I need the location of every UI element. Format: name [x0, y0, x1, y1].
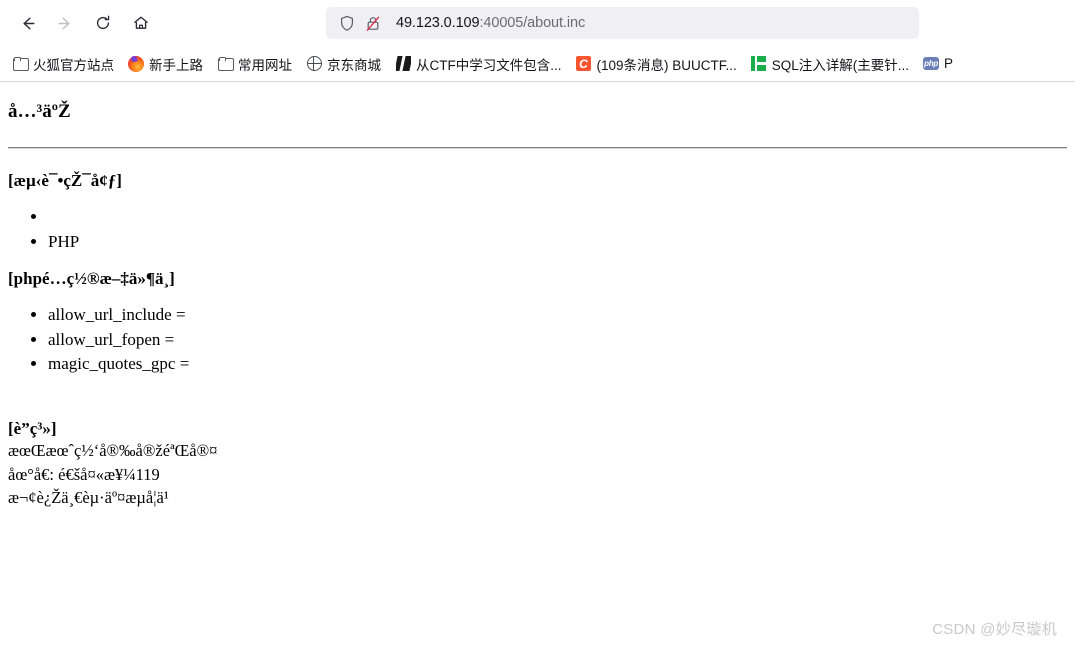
php-config-list: allow_url_include = allow_url_fopen = ma…	[8, 303, 1067, 377]
contact-section: [è”ç³»] æœŒæœˆç½‘å®‰å®žéªŒå®¤ åœ°å€: é€š…	[8, 419, 1067, 510]
url-text[interactable]: 49.123.0.109:40005/about.inc	[396, 15, 585, 31]
page-heading: å…³äºŽ	[8, 101, 71, 122]
bookmark-label: (109条消息) BUUCTF...	[596, 57, 737, 73]
php-icon-text: php	[923, 57, 940, 70]
home-icon	[132, 14, 150, 32]
folder-icon	[217, 56, 234, 72]
list-item: allow_url_include =	[48, 303, 1067, 328]
bookmark-item-ctf-file-inclusion[interactable]: 从CTF中学习文件包含...	[389, 51, 568, 77]
bookmarks-toolbar: 火狐官方站点 新手上路 常用网址 京东商城 从CTF中学习文件包含... C (…	[0, 46, 1075, 82]
list-item: allow_url_fopen =	[48, 328, 1067, 353]
url-path: :40005/about.inc	[479, 15, 586, 31]
csdn-icon: C	[576, 56, 592, 72]
bookmark-label: 火狐官方站点	[33, 57, 114, 73]
bookmark-label: P	[944, 56, 954, 71]
bookmark-label: 京东商城	[327, 57, 381, 73]
bookmark-label: 从CTF中学习文件包含...	[416, 57, 562, 73]
folder-icon	[12, 56, 29, 72]
sql-icon	[751, 56, 767, 72]
php-icon: php	[923, 56, 940, 72]
contact-line: æ¬¢è¿Žä¸€èµ·äº¤æµå¦ä¹	[8, 488, 169, 508]
lock-crossed-out-icon[interactable]	[362, 12, 384, 34]
home-button[interactable]	[124, 6, 158, 40]
back-button[interactable]	[10, 6, 44, 40]
shield-icon[interactable]	[336, 12, 358, 34]
urlbar-container: 49.123.0.109:40005/about.inc	[162, 7, 1065, 39]
bookmark-item-firefox-official[interactable]: 火狐官方站点	[6, 51, 120, 77]
bookmark-item-getting-started[interactable]: 新手上路	[122, 51, 209, 77]
page-content: å…³äºŽ [æµ‹è¯•çŽ¯å¢ƒ] PHP [phpé…ç½®æ–‡ä»…	[0, 82, 1075, 653]
test-environment-title: [æµ‹è¯•çŽ¯å¢ƒ]	[8, 170, 122, 190]
csdn-watermark: CSDN @妙尽璇机	[932, 621, 1057, 638]
bookmark-label: 常用网址	[238, 57, 292, 73]
bookmark-item-sql-injection[interactable]: SQL注入详解(主要针...	[745, 51, 915, 77]
globe-icon	[306, 56, 322, 72]
forward-arrow-icon	[56, 14, 75, 33]
php-config-title: [phpé…ç½®æ–‡ä»¶ä¸­]	[8, 268, 175, 288]
contact-line: æœŒæœˆç½‘å®‰å®žéªŒå®¤	[8, 441, 218, 461]
list-item: magic_quotes_gpc =	[48, 352, 1067, 377]
list-item	[48, 205, 1067, 230]
test-environment-list: PHP	[8, 205, 1067, 254]
csdn-icon-letter: C	[576, 56, 591, 71]
contact-line: åœ°å€: é€šå¤«æ¥¼119	[8, 464, 160, 484]
reload-button[interactable]	[86, 6, 120, 40]
address-bar[interactable]: 49.123.0.109:40005/about.inc	[326, 7, 919, 39]
bookmark-label: 新手上路	[149, 57, 203, 73]
reload-icon	[94, 14, 112, 32]
bookmark-item-buuctf[interactable]: C (109条消息) BUUCTF...	[570, 51, 743, 77]
back-arrow-icon	[18, 14, 37, 33]
contact-title: [è”ç³»]	[8, 418, 57, 438]
bookmark-item-common-sites[interactable]: 常用网址	[211, 51, 298, 77]
bookmark-item-php[interactable]: php P	[917, 51, 959, 77]
ctf-icon	[395, 56, 411, 72]
list-item: PHP	[48, 230, 1067, 255]
bookmark-label: SQL注入详解(主要针...	[771, 57, 910, 73]
horizontal-rule	[8, 146, 1067, 149]
url-host: 49.123.0.109	[396, 15, 480, 31]
forward-button[interactable]	[48, 6, 82, 40]
navigation-toolbar: 49.123.0.109:40005/about.inc	[0, 0, 1075, 46]
browser-chrome: 49.123.0.109:40005/about.inc 火狐官方站点 新手上路…	[0, 0, 1075, 82]
firefox-icon	[128, 55, 144, 72]
bookmark-item-jd-mall[interactable]: 京东商城	[300, 51, 387, 77]
